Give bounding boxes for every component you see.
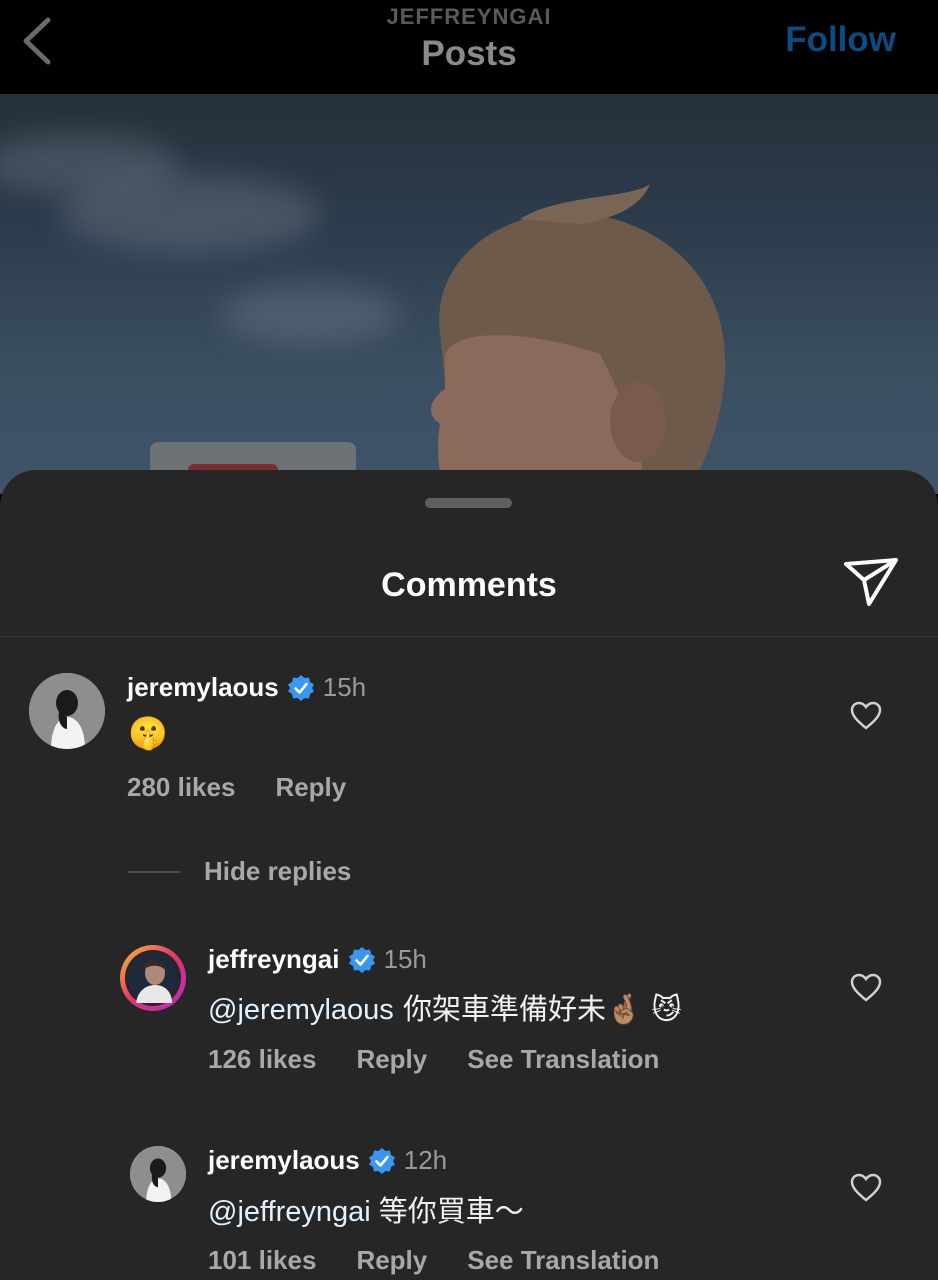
comment-username[interactable]: jeremylaous: [127, 672, 279, 703]
avatar-silhouette: [130, 1146, 186, 1202]
reply-text: 等你買車～: [370, 1196, 524, 1228]
heart-icon[interactable]: [850, 701, 882, 731]
follow-button[interactable]: Follow: [785, 20, 896, 60]
comments-sheet: Comments jeremylaous 15h 🤫 280 likes Rep…: [0, 470, 938, 1280]
top-bar: JEFFREYNGAI Posts Follow: [0, 0, 938, 94]
reply-text: 你架車準備好未🤞🏽 😼: [393, 992, 682, 1026]
mention-link[interactable]: @jeffreyngai: [208, 1196, 371, 1228]
reply-text-line: @jeffreyngai 等你買車～: [208, 1188, 524, 1230]
divider: [0, 636, 938, 637]
verified-badge-icon: [287, 674, 314, 701]
reply-button[interactable]: Reply: [356, 1245, 427, 1276]
comment-time: 15h: [322, 672, 367, 702]
reply-time: 15h: [383, 944, 427, 974]
avatar[interactable]: [29, 673, 105, 749]
post-image: [0, 94, 938, 494]
like-count[interactable]: 280 likes: [127, 772, 235, 803]
person-silhouette: [431, 184, 726, 494]
like-count[interactable]: 126 likes: [208, 1044, 316, 1075]
like-count[interactable]: 101 likes: [208, 1245, 316, 1276]
verified-badge-icon: [368, 1147, 395, 1174]
reply-button[interactable]: Reply: [356, 1044, 427, 1075]
see-translation-button[interactable]: See Translation: [467, 1245, 659, 1276]
hide-replies-line: [128, 870, 180, 873]
avatar[interactable]: [120, 945, 186, 1011]
mention-link[interactable]: @jeremylaous: [208, 994, 394, 1026]
reply-username[interactable]: jeffreyngai: [208, 944, 340, 975]
reply-button[interactable]: Reply: [275, 772, 346, 803]
heart-icon[interactable]: [850, 1173, 882, 1203]
reply-username[interactable]: jeremylaous: [208, 1145, 360, 1176]
sheet-grabber[interactable]: [425, 498, 512, 508]
verified-badge-icon: [348, 946, 375, 973]
reply-text-line: @jeremylaous 你架車準備好未🤞🏽 😼: [208, 986, 682, 1028]
avatar-photo: [125, 950, 181, 1006]
sheet-title: Comments: [381, 566, 557, 604]
avatar-silhouette: [29, 673, 105, 749]
see-translation-button[interactable]: See Translation: [467, 1044, 659, 1075]
reply-time: 12h: [403, 1145, 448, 1175]
send-icon[interactable]: [842, 556, 900, 608]
avatar[interactable]: [130, 1146, 186, 1202]
hide-replies-label: Hide replies: [204, 856, 352, 886]
heart-icon[interactable]: [850, 973, 882, 1003]
hide-replies-button[interactable]: Hide replies: [128, 856, 351, 887]
comment-text: 🤫: [128, 714, 168, 752]
